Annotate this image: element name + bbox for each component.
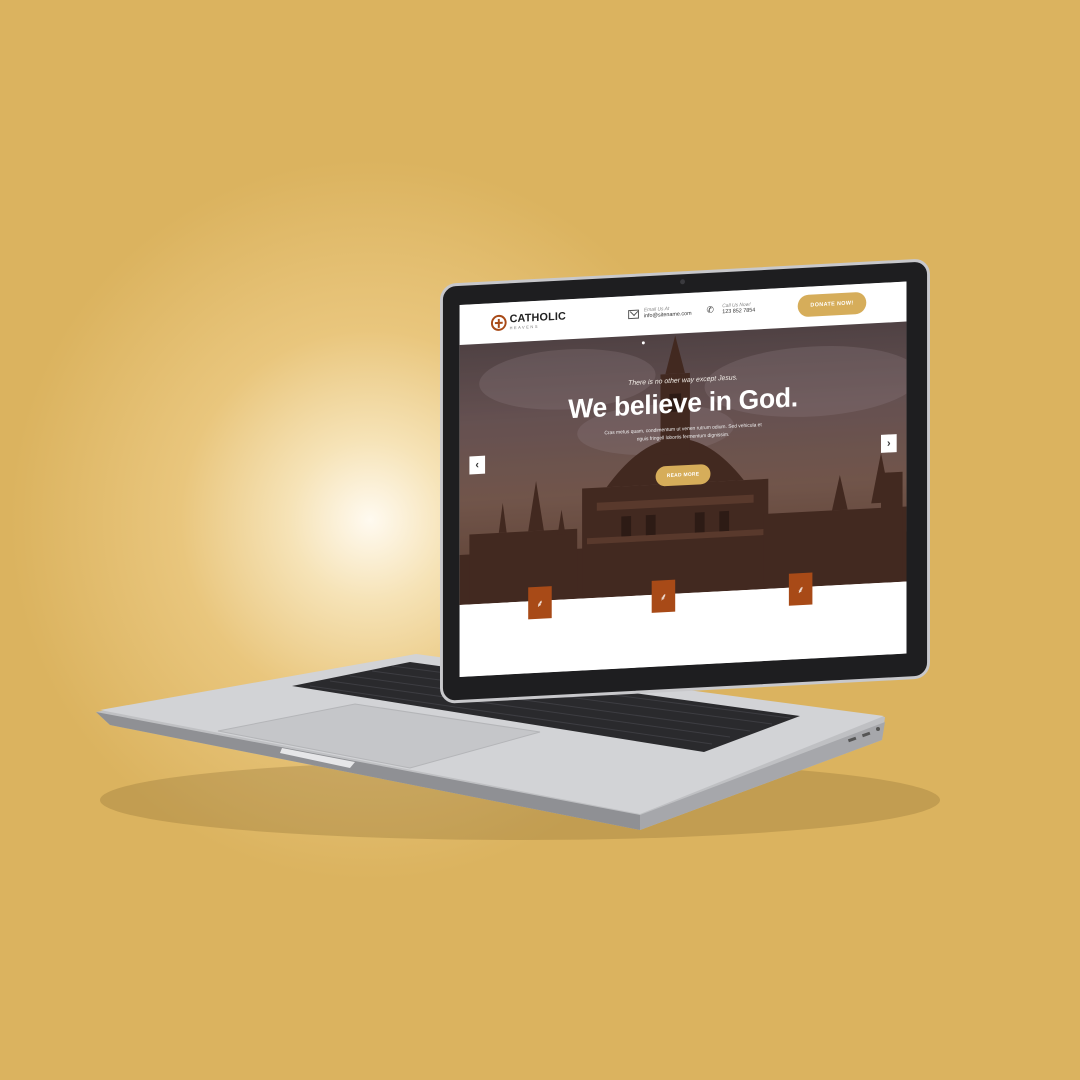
chevron-left-icon: ‹: [475, 458, 480, 472]
read-more-button[interactable]: READ MORE: [655, 463, 711, 487]
site-logo[interactable]: CATHOLIC HEAVENS: [490, 310, 566, 332]
slider-next-button[interactable]: ›: [881, 434, 897, 453]
cross-logo-icon: [490, 314, 507, 332]
email-link[interactable]: info@sitename.com: [644, 311, 692, 320]
laptop-lid: CATHOLIC HEAVENS Email Us At info@sitena…: [440, 258, 930, 704]
wheat-icon: ⸙: [536, 598, 544, 610]
hero-slider: There is no other way except Jesus. We b…: [459, 321, 907, 605]
feature-wheat-icon[interactable]: ⸙: [651, 579, 676, 613]
phone-contact: ✆ Call Us Now! 123 852 7854: [707, 301, 756, 317]
feature-wheat-icon[interactable]: ⸙: [788, 572, 813, 606]
hero-body: Cras metus quam, condimentum ut venen ru…: [604, 422, 762, 443]
email-contact: Email Us At info@sitename.com: [628, 305, 692, 321]
wheat-icon: ⸙: [796, 584, 805, 597]
wheat-icon: ⸙: [659, 592, 668, 604]
chevron-right-icon: ›: [887, 437, 891, 450]
website-screen: CATHOLIC HEAVENS Email Us At info@sitena…: [459, 281, 907, 677]
slider-prev-button[interactable]: ‹: [469, 455, 486, 475]
phone-link[interactable]: 123 852 7854: [722, 308, 755, 317]
envelope-icon: [628, 309, 639, 320]
phone-icon: ✆: [706, 304, 714, 316]
donate-button[interactable]: DONATE NOW!: [797, 291, 867, 318]
feature-wheat-icon[interactable]: ⸙: [528, 586, 552, 620]
logo-subtitle: HEAVENS: [509, 323, 540, 331]
